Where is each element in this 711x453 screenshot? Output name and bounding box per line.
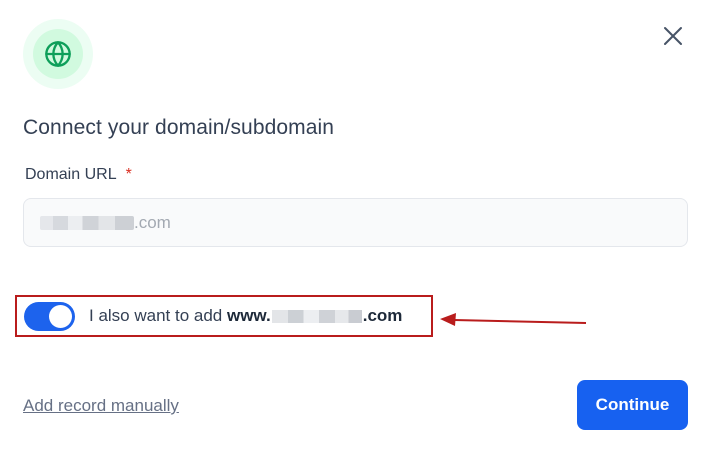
- globe-badge: [23, 19, 93, 89]
- domain-url-input[interactable]: .com: [23, 198, 688, 247]
- continue-button[interactable]: Continue: [577, 380, 688, 430]
- add-www-toggle[interactable]: [24, 301, 75, 331]
- www-suffix: .com: [362, 306, 403, 325]
- add-record-manually-link[interactable]: Add record manually: [23, 396, 179, 416]
- add-www-toggle-row: I also want to add www. .com: [15, 295, 433, 337]
- domain-url-label: Domain URL *: [25, 166, 132, 184]
- dialog-title: Connect your domain/subdomain: [23, 116, 335, 139]
- globe-icon: [45, 41, 71, 67]
- required-asterisk: *: [125, 166, 132, 183]
- redacted-domain: [40, 215, 134, 230]
- redacted-www-domain: [271, 309, 362, 323]
- annotation-arrow-icon: [440, 313, 587, 326]
- add-www-label: I also want to add www. .com: [89, 306, 402, 326]
- domain-url-label-text: Domain URL: [25, 166, 117, 183]
- connect-domain-dialog: Connect your domain/subdomain Domain URL…: [0, 0, 711, 453]
- toggle-knob: [49, 304, 72, 328]
- close-icon: [664, 27, 682, 45]
- close-button[interactable]: [660, 23, 686, 49]
- www-prefix: www.: [226, 306, 271, 325]
- add-www-label-prefix: I also want to add: [89, 306, 227, 325]
- domain-url-value-suffix: .com: [134, 212, 171, 232]
